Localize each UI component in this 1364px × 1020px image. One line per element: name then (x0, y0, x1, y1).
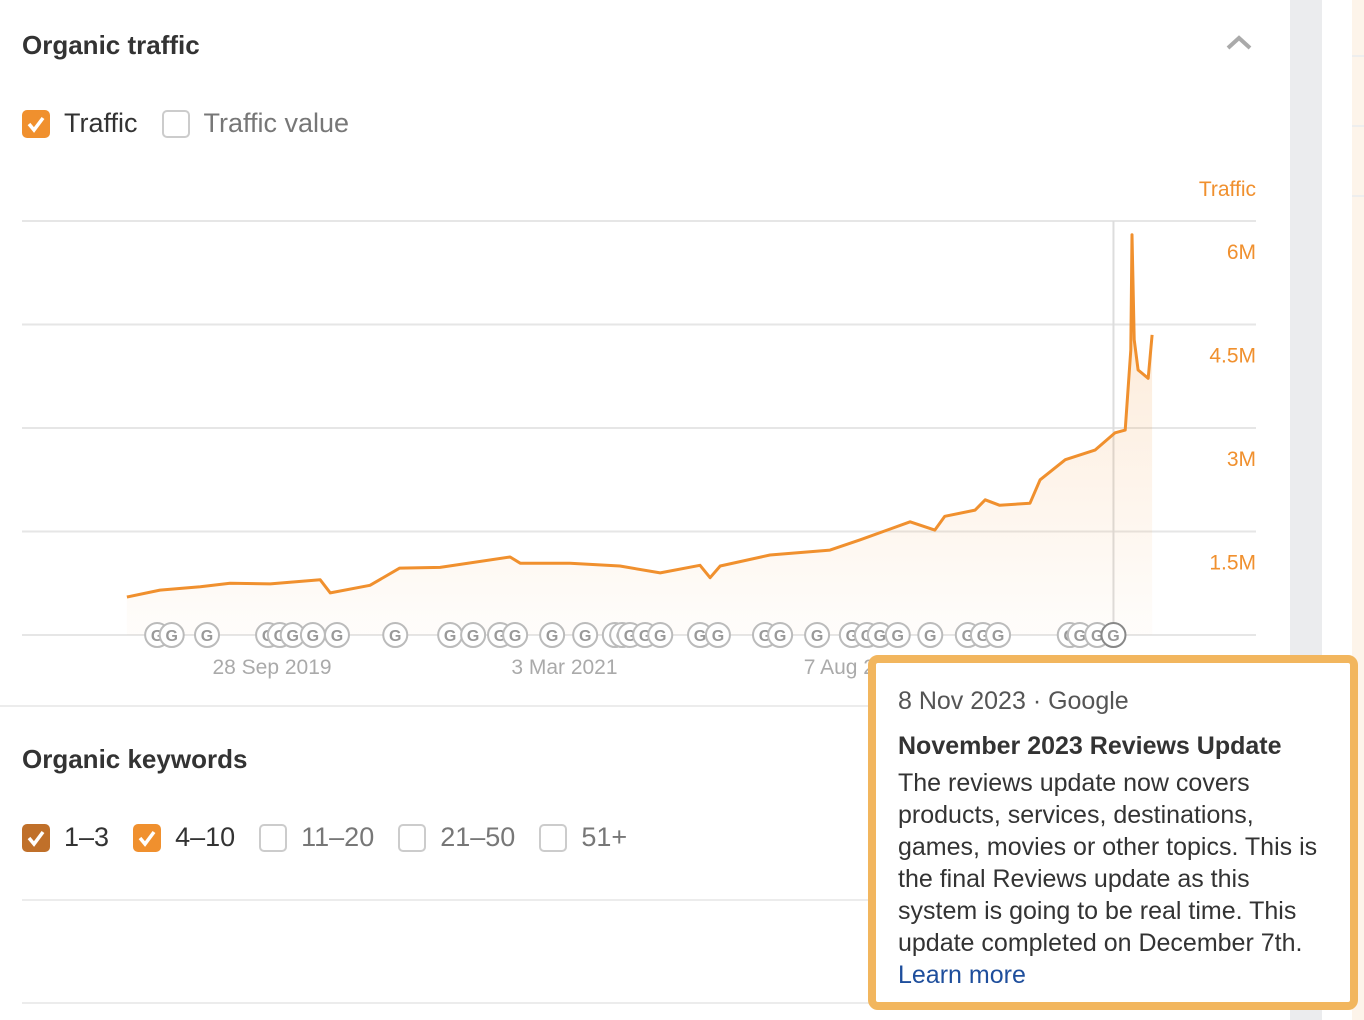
checkbox-label: 1–3 (64, 822, 110, 852)
google-update-icon[interactable]: G (572, 622, 599, 648)
y-tick-label: 6M (1227, 241, 1256, 264)
marker-glyph: G (307, 628, 319, 645)
marker-glyph: G (811, 628, 823, 645)
checkbox-unchecked[interactable] (539, 823, 568, 852)
tooltip-body: The reviews update now covers products, … (898, 769, 1318, 957)
tooltip-title: November 2023 Reviews Update (898, 732, 1282, 760)
traffic-chart: Traffic01.5M3M4.5M6M28 Sep 20193 Mar 202… (22, 178, 1256, 679)
marker-glyph: G (654, 628, 666, 645)
checkbox-4-10[interactable]: 4–10 (133, 822, 235, 853)
marker-glyph: G (546, 628, 558, 645)
checkbox-unchecked[interactable] (398, 823, 427, 852)
checkbox-unchecked[interactable] (259, 823, 288, 852)
marker-glyph: G (201, 628, 213, 645)
google-update-icon[interactable]: G (1100, 622, 1127, 648)
checkbox-checked[interactable] (133, 823, 162, 852)
marker-glyph: G (774, 628, 786, 645)
google-update-icon[interactable]: G (299, 622, 326, 648)
checkbox-21-50[interactable]: 21–50 (398, 822, 515, 853)
marker-glyph: G (579, 628, 591, 645)
checkbox-1-3[interactable]: 1–3 (22, 822, 109, 853)
google-update-tooltip: 8 Nov 2023 · Google November 2023 Review… (868, 655, 1358, 1010)
google-update-icon[interactable]: G (502, 622, 529, 648)
google-update-icon[interactable]: G (884, 622, 911, 648)
google-update-icon[interactable]: G (323, 622, 350, 648)
marker-glyph: G (389, 628, 401, 645)
checkbox-label: 21–50 (440, 822, 516, 852)
marker-glyph: G (874, 628, 886, 645)
google-update-icon[interactable]: G (767, 622, 794, 648)
check-icon (138, 830, 156, 847)
y-tick-label: 1.5M (1209, 552, 1256, 575)
google-update-icon[interactable]: G (460, 622, 487, 648)
traffic-area (126, 234, 1153, 636)
google-update-icon[interactable]: G (647, 622, 674, 648)
marker-glyph: G (165, 628, 177, 645)
marker-glyph: G (712, 628, 724, 645)
learn-more-link[interactable]: Learn more (898, 959, 1328, 991)
x-tick-label: 3 Mar 2021 (511, 656, 617, 679)
checkbox-51-[interactable]: 51+ (539, 822, 627, 853)
y-axis-title: Traffic (1199, 178, 1256, 201)
tooltip-meta: 8 Nov 2023 · Google (898, 687, 1129, 715)
checkbox-label: 11–20 (301, 822, 375, 852)
marker-glyph: G (694, 628, 706, 645)
marker-glyph: G (509, 628, 521, 645)
marker-glyph: G (444, 628, 456, 645)
marker-glyph: G (1074, 628, 1086, 645)
google-update-icon[interactable]: G (539, 622, 566, 648)
marker-glyph: G (892, 628, 904, 645)
google-update-icon[interactable]: G (382, 622, 409, 648)
y-tick-label: 3M (1227, 448, 1256, 471)
keyword-position-toggles: 1–3 4–10 11–20 21–50 51+ (22, 822, 651, 853)
google-update-icon[interactable]: G (804, 622, 831, 648)
google-update-icon[interactable]: G (158, 622, 185, 648)
marker-glyph: G (287, 628, 299, 645)
google-update-icon[interactable]: G (985, 622, 1012, 648)
google-update-icon[interactable]: G (437, 622, 464, 648)
marker-glyph: G (467, 628, 479, 645)
marker-glyph: G (924, 628, 936, 645)
marker-glyph: G (992, 628, 1004, 645)
google-update-icon[interactable]: G (704, 622, 731, 648)
checkbox-checked[interactable] (22, 823, 50, 852)
checkbox-11-20[interactable]: 11–20 (259, 822, 374, 853)
check-icon (27, 830, 45, 847)
marker-glyph: G (331, 628, 343, 645)
organic-keywords-title: Organic keywords (22, 744, 248, 774)
marker-glyph: G (1107, 628, 1119, 645)
y-tick-label: 4.5M (1209, 345, 1256, 368)
google-update-icon[interactable]: G (917, 622, 944, 648)
checkbox-label: 4–10 (175, 822, 236, 852)
x-tick-label: 28 Sep 2019 (212, 656, 331, 679)
checkbox-label: 51+ (581, 822, 628, 852)
google-update-icon[interactable]: G (194, 622, 221, 648)
